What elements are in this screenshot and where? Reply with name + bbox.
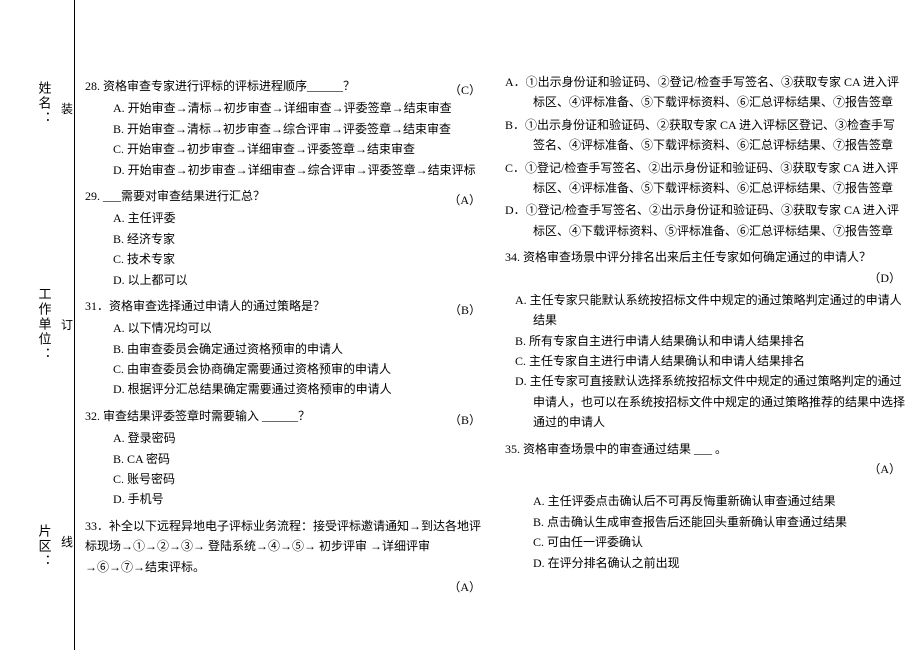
content-columns: 28. 资格审查专家进行评标的评标进程顺序______？ （C） A. 开始审查… <box>85 70 905 630</box>
column-left: 28. 资格审查专家进行评标的评标进程顺序______？ （C） A. 开始审查… <box>85 70 485 630</box>
q32-opt-a: A. 登录密码 <box>113 428 485 448</box>
q35-answer: （A） <box>505 459 905 479</box>
q31-opt-c: C. 由审查委员会协商确定需要通过资格预审的申请人 <box>113 359 485 379</box>
q32-opt-c: C. 账号密码 <box>113 469 485 489</box>
q32-answer: （B） <box>449 410 481 430</box>
q32-stem: 32. 审查结果评委签章时需要输入 ______？ <box>85 406 485 426</box>
binding-border <box>74 0 75 650</box>
q33-answer: （A） <box>85 577 485 597</box>
q34-stem: 34. 资格审查场景中评分排名出来后主任专家如何确定通过的申请人？ <box>505 247 905 267</box>
q31-opt-d: D. 根据评分汇总结果确定需要通过资格预审的申请人 <box>113 379 485 399</box>
q29-opt-a: A. 主任评委 <box>113 208 485 228</box>
q35-opt-b: B. 点击确认生成审查报告后还能回头重新确认审查通过结果 <box>533 512 905 532</box>
label-area: 片区： <box>38 524 51 569</box>
q33-opt-d: D．①登记/检查手写签名、②出示身份证和验证码、③获取专家 CA 进入评标区、④… <box>505 200 905 241</box>
q31-opt-b: B. 由审查委员会确定通过资格预审的申请人 <box>113 339 485 359</box>
q34-opt-c: C. 主任专家自主进行申请人结果确认和申请人结果排名 <box>505 351 905 371</box>
q28-opt-c: C. 开始审查→初步审查→详细审查→评委签章→结束审查 <box>113 139 485 159</box>
binding-labels: 姓名： 工作单位： 片区： <box>35 0 53 650</box>
q29-opt-b: B. 经济专家 <box>113 229 485 249</box>
q33-opt-b: B．①出示身份证和验证码、②获取专家 CA 进入评标区登记、③检查手写签名、④评… <box>505 115 905 156</box>
q28-stem: 28. 资格审查专家进行评标的评标进程顺序______？ <box>85 76 485 96</box>
column-right: A．①出示身份证和验证码、②登记/检查手写签名、③获取专家 CA 进入评标区、④… <box>505 70 905 630</box>
q31-opt-a: A. 以下情况均可以 <box>113 318 485 338</box>
q28-opt-a: A. 开始审查→清标→初步审查→详细审查→评委签章→结束审查 <box>113 98 485 118</box>
q34-answer: （D） <box>505 268 905 288</box>
binding-margin: 姓名： 工作单位： 片区： 装 订 线 <box>0 0 75 650</box>
q29-answer: （A） <box>448 190 481 210</box>
q33-opt-a: A．①出示身份证和验证码、②登记/检查手写签名、③获取专家 CA 进入评标区、④… <box>505 72 905 113</box>
q31-stem: 31．资格审查选择通过申请人的通过策略是？ <box>85 296 485 316</box>
label-name: 姓名： <box>38 81 51 126</box>
q29-opt-c: C. 技术专家 <box>113 249 485 269</box>
label-unit: 工作单位： <box>38 287 51 362</box>
mark-zhuang: 装 <box>61 100 73 117</box>
q35-opt-d: D. 在评分排名确认之前出现 <box>533 553 905 573</box>
q33-opt-c: C．①登记/检查手写签名、②出示身份证和验证码、③获取专家 CA 进入评标区、④… <box>505 158 905 199</box>
mark-ding: 订 <box>61 316 73 333</box>
q32-opt-b: B. CA 密码 <box>113 449 485 469</box>
q29-stem: 29. ___需要对审查结果进行汇总？ <box>85 186 485 206</box>
q35-opt-c: C. 可由任一评委确认 <box>533 532 905 552</box>
q34-opt-b: B. 所有专家自主进行申请人结果确认和申请人结果排名 <box>505 331 905 351</box>
binding-marks: 装 订 线 <box>60 0 74 650</box>
mark-xian: 线 <box>61 533 73 550</box>
q31-answer: （B） <box>449 300 481 320</box>
q28-opt-b: B. 开始审查→清标→初步审查→综合评审→评委签章→结束审查 <box>113 119 485 139</box>
q29-opt-d: D. 以上都可以 <box>113 270 485 290</box>
q35-stem: 35. 资格审查场景中的审查通过结果 ___ 。 <box>505 439 905 459</box>
q32-opt-d: D. 手机号 <box>113 489 485 509</box>
q28-opt-d: D. 开始审查→初步审查→详细审查→综合评审→评委签章→结束评标 <box>113 160 485 180</box>
q28-answer: （C） <box>449 80 481 100</box>
q34-opt-a: A. 主任专家只能默认系统按招标文件中规定的通过策略判定通过的申请人结果 <box>505 290 905 331</box>
q33-stem: 33．补全以下远程异地电子评标业务流程：接受评标邀请通知→到达各地评标现场→①→… <box>85 516 485 577</box>
q35-opt-a: A. 主任评委点击确认后不可再反悔重新确认审查通过结果 <box>533 491 905 511</box>
q34-opt-d: D. 主任专家可直接默认选择系统按招标文件中规定的通过策略判定的通过申请人，也可… <box>505 371 905 432</box>
